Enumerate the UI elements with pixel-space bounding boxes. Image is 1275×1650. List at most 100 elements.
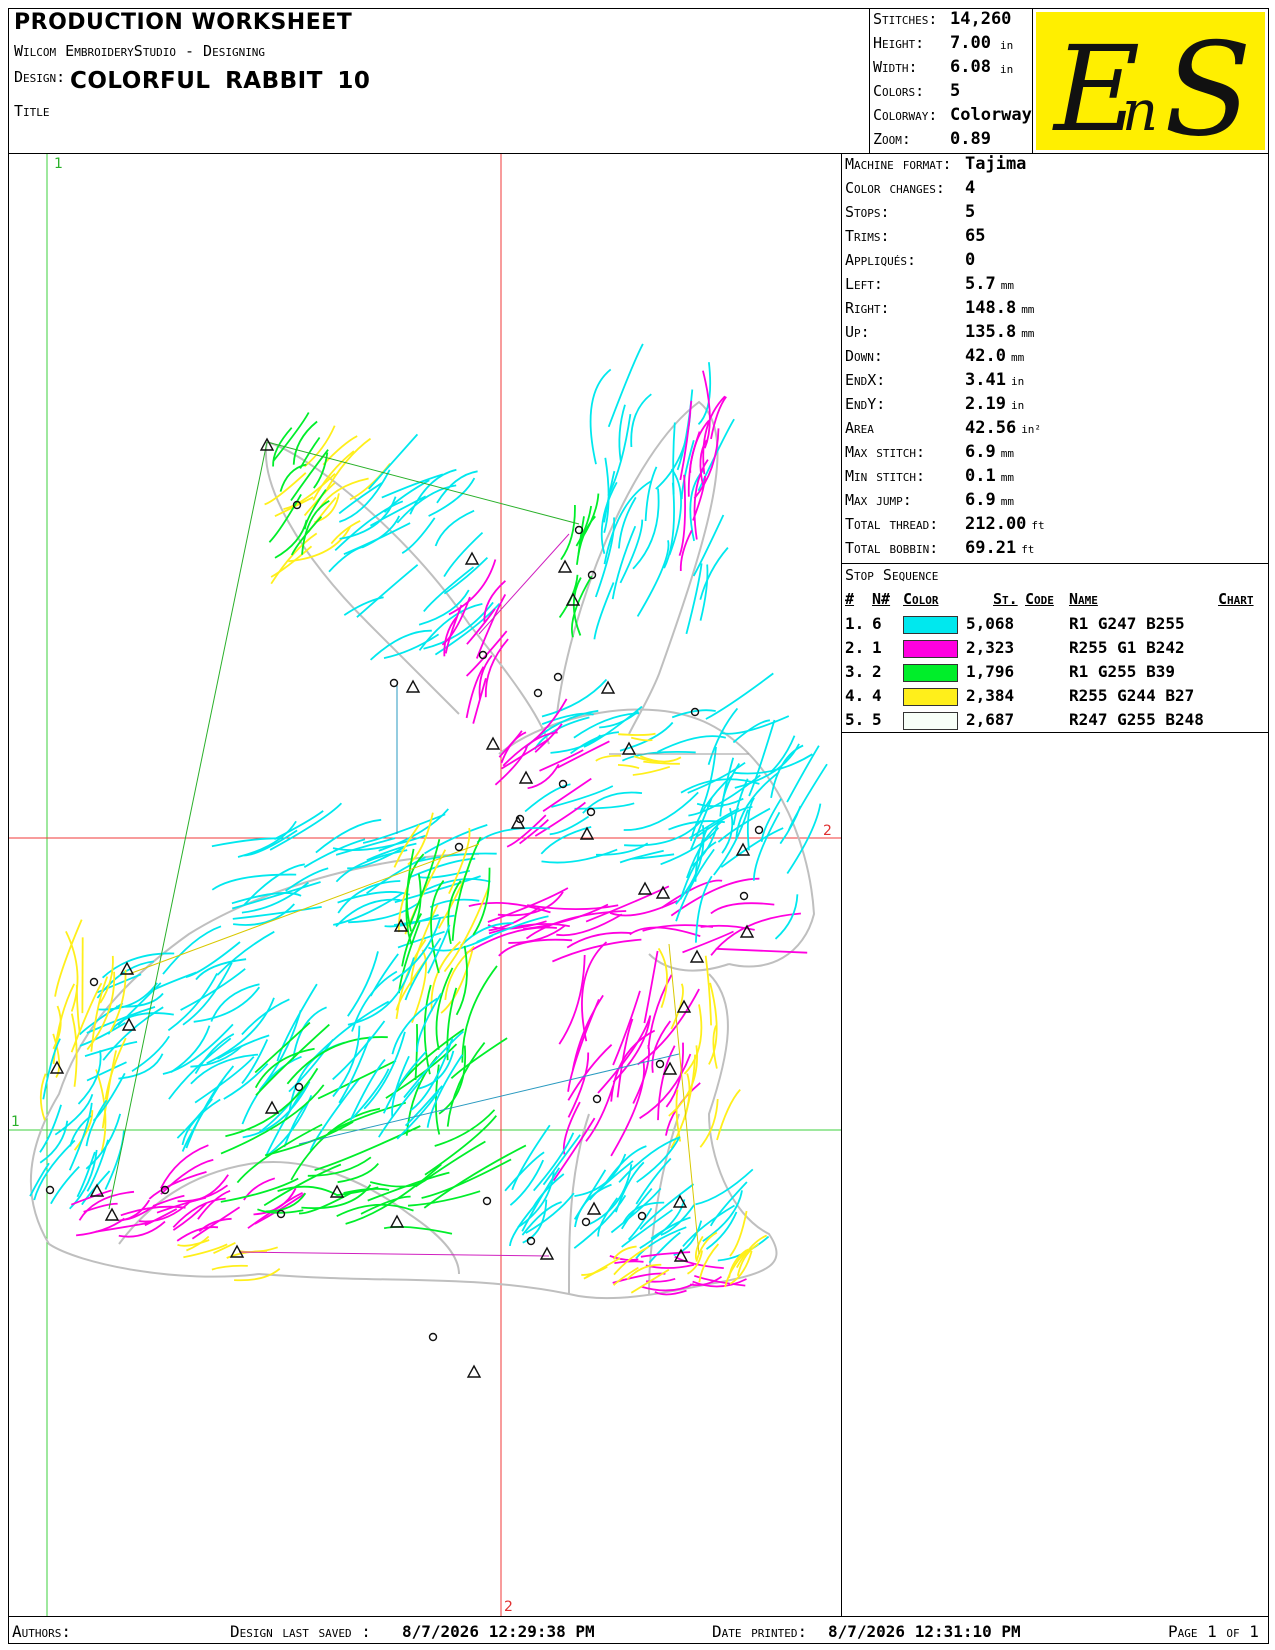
stitch-stroke (704, 955, 712, 1026)
stitch-stroke (343, 522, 411, 556)
stitch-stroke (552, 1117, 596, 1182)
stitch-stroke (383, 1225, 453, 1235)
authors-label: Authors: (12, 1622, 72, 1641)
stitch-marker-triangle (689, 949, 705, 963)
stat-row: Max jump: 6.9 mm (845, 490, 1014, 514)
seq-color-name: R1 G247 B255 (1069, 614, 1185, 633)
summary-value: 7.00 (950, 33, 991, 53)
stat-value: 5.7 (965, 274, 996, 294)
stat-value: Tajima (965, 154, 1027, 174)
stitch-marker-circle (454, 842, 464, 852)
printed-label: Date printed: (712, 1622, 808, 1641)
stat-unit: in² (1021, 423, 1042, 436)
stitch-stroke (746, 797, 755, 851)
summary-label: Colors: (873, 82, 925, 100)
stitch-stroke (315, 818, 382, 854)
stitch-stroke (396, 484, 457, 524)
stop-sequence-title: Stop Sequence (845, 566, 939, 584)
stitch-marker-triangle (389, 1214, 405, 1228)
jump-lines (108, 441, 749, 1257)
stat-row: Trims: 65 (845, 226, 985, 250)
stitch-stroke (619, 519, 644, 584)
stat-label: Trims: (845, 227, 890, 245)
stat-unit: in (1010, 375, 1025, 388)
stitch-stroke (618, 732, 656, 736)
stitch-stroke (198, 1217, 232, 1233)
stitch-stroke (301, 500, 330, 555)
stitch-stroke (434, 509, 475, 547)
stat-row: Up: 135.8 mm (845, 322, 1034, 346)
stitch-stroke (172, 1197, 226, 1228)
stat-value: 4 (965, 178, 976, 198)
stitch-marker-triangle (264, 1100, 280, 1114)
stitch-stroke (786, 803, 822, 874)
seq-num: 2. (845, 638, 865, 657)
stat-row: Left: 5.7 mm (845, 274, 1014, 298)
stitch-stroke (211, 1264, 248, 1271)
stitch-stroke (339, 469, 391, 523)
stitch-stroke (498, 730, 523, 758)
stitch-marker-circle (276, 1209, 286, 1219)
stitch-stroke (303, 838, 366, 868)
design-name: COLORFUL RABBIT 10 (70, 68, 371, 94)
stitch-stroke (665, 1042, 685, 1108)
stitch-stroke (585, 1085, 615, 1142)
stitch-stroke (619, 721, 674, 752)
col-chart: Chart (1218, 590, 1254, 608)
stitch-stroke (446, 1042, 486, 1127)
stat-value: 6.9 (965, 442, 996, 462)
stitch-stroke (337, 880, 401, 914)
stitch-stroke (705, 672, 774, 720)
guide-label-h2: 2 (823, 823, 832, 839)
stitch-stroke (527, 763, 560, 790)
saved-label: Design last saved : (230, 1622, 371, 1641)
stitch-stroke (193, 986, 261, 1023)
stat-label: Max jump: (845, 491, 912, 509)
stitch-stroke (716, 1088, 741, 1141)
ens-logo: E n S (1036, 12, 1265, 165)
seq-color-name: R247 G255 B248 (1069, 710, 1204, 729)
seq-num: 1. (845, 614, 865, 633)
stitch-stroke (443, 531, 484, 578)
stitch-stroke (298, 1192, 352, 1215)
stitch-stroke (167, 972, 218, 1032)
stitch-stroke (624, 819, 703, 847)
stitch-marker-triangle (539, 1246, 555, 1260)
stat-unit: mm (1021, 303, 1035, 316)
stat-value: 3.41 (965, 370, 1006, 390)
stitch-stroke (732, 719, 771, 744)
seq-stitches: 1,796 (966, 662, 1015, 681)
stitch-stroke (611, 525, 637, 600)
stat-row: Area 42.56 in² (845, 418, 1041, 442)
stitch-stroke (618, 404, 626, 461)
stat-label: Up: (845, 323, 870, 341)
stitch-stroke (356, 564, 419, 618)
stitch-stroke (682, 1204, 735, 1247)
stitch-stroke (589, 368, 612, 465)
guide-label-v1: 1 (54, 156, 63, 172)
stitch-stroke (541, 848, 618, 864)
stitch-stroke (148, 1171, 207, 1200)
seq-stitches: 5,068 (966, 614, 1015, 633)
stitch-stroke (337, 1163, 379, 1184)
stat-value: 69.21 (965, 538, 1017, 558)
stat-label: Max stitch: (845, 443, 926, 461)
stitch-stroke (176, 1226, 219, 1242)
stitch-stroke (423, 984, 432, 1075)
design-label: Design: (14, 68, 66, 86)
stitch-marker-triangle (637, 881, 653, 895)
stitch-stroke (239, 1246, 278, 1253)
stitch-stroke (290, 449, 329, 502)
stitch-stroke (698, 1243, 720, 1283)
stat-value: 148.8 (965, 298, 1017, 318)
stitch-stroke (595, 754, 621, 762)
col-code: Code (1025, 590, 1054, 608)
stitch-stroke (588, 1160, 634, 1201)
seq-needle: 2 (872, 662, 882, 681)
summary-label: Width: (873, 58, 918, 76)
seq-needle: 1 (872, 638, 882, 657)
stitch-stroke (414, 1024, 419, 1080)
stat-label: Min stitch: (845, 467, 926, 485)
stitch-marker-circle (553, 672, 563, 682)
stitch-marker-circle (428, 1332, 438, 1342)
